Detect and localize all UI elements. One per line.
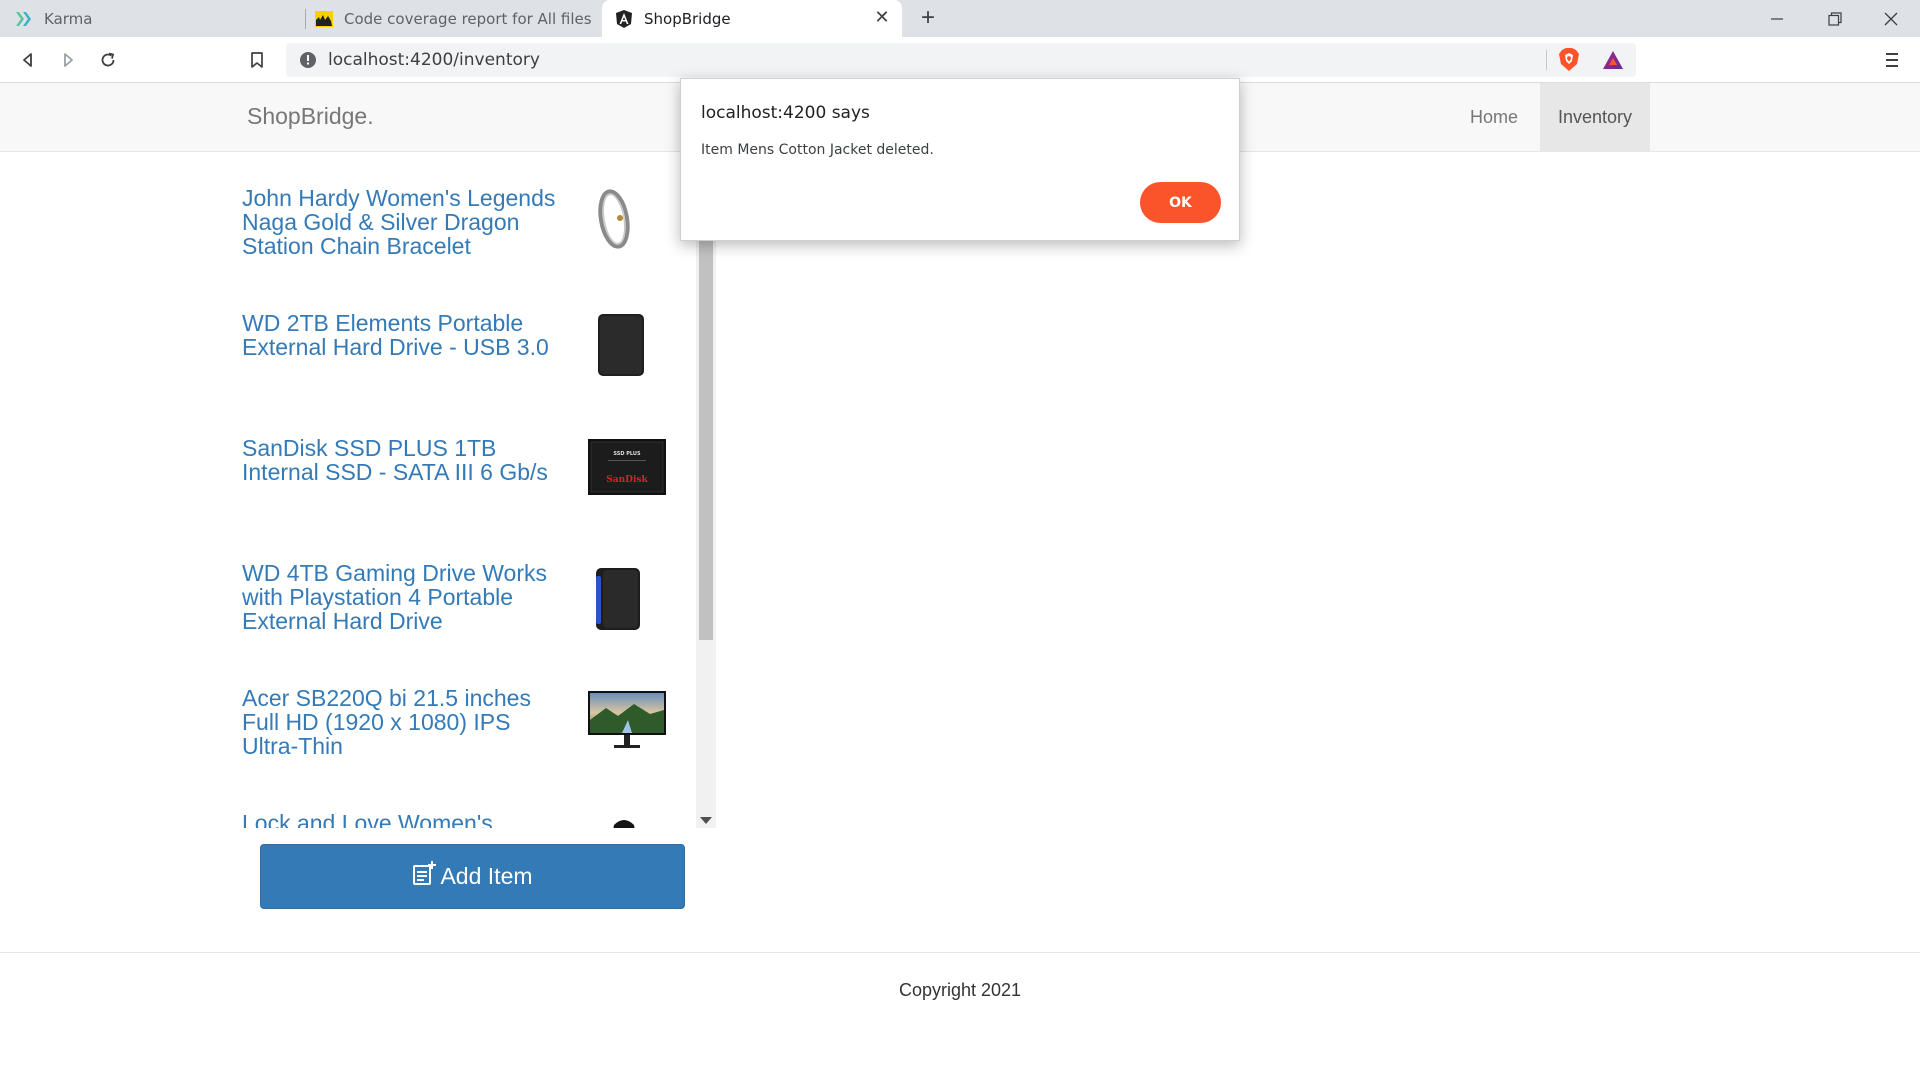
ssd-image: SSD PLUS SanDisk bbox=[588, 439, 666, 495]
alert-dialog: localhost:4200 says Item Mens Cotton Jac… bbox=[680, 78, 1240, 241]
tab-label: ShopBridge bbox=[644, 9, 731, 28]
brand-logo[interactable]: ShopBridge. bbox=[247, 103, 374, 130]
gaming-drive-image bbox=[596, 568, 640, 630]
browser-toolbar: localhost:4200/inventory bbox=[0, 37, 1920, 83]
ssd-label: SSD PLUS bbox=[613, 451, 641, 457]
list-item[interactable]: Acer SB220Q bi 21.5 inches Full HD (1920… bbox=[230, 652, 690, 777]
jacket-image bbox=[613, 820, 635, 828]
item-title-link[interactable]: Acer SB220Q bi 21.5 inches Full HD (1920… bbox=[242, 686, 572, 758]
item-title-link[interactable]: SanDisk SSD PLUS 1TB Internal SSD - SATA… bbox=[242, 436, 572, 484]
restore-icon[interactable] bbox=[1806, 0, 1864, 37]
list-item[interactable]: Lock and Love Women's bbox=[230, 777, 690, 828]
address-bar[interactable]: localhost:4200/inventory bbox=[286, 43, 1636, 77]
list-scrollbar[interactable] bbox=[696, 152, 716, 828]
list-item[interactable]: WD 2TB Elements Portable External Hard D… bbox=[230, 277, 690, 402]
list-item[interactable]: John Hardy Women's Legends Naga Gold & S… bbox=[230, 152, 690, 277]
tab-karma[interactable]: Karma bbox=[14, 0, 304, 37]
url-text[interactable]: localhost:4200/inventory bbox=[328, 50, 540, 70]
tab-label: Karma bbox=[44, 9, 93, 28]
monitor-image bbox=[588, 691, 666, 748]
reload-icon[interactable] bbox=[94, 46, 122, 74]
alert-ok-button[interactable]: OK bbox=[1140, 182, 1221, 223]
nav-link-home[interactable]: Home bbox=[1450, 83, 1538, 151]
tab-strip: Karma Code coverage report for All files… bbox=[0, 0, 1920, 37]
menu-icon[interactable] bbox=[1882, 49, 1902, 71]
bracelet-image bbox=[598, 189, 630, 249]
scroll-thumb[interactable] bbox=[699, 240, 713, 640]
divider bbox=[1546, 50, 1547, 70]
forward-icon[interactable] bbox=[54, 46, 82, 74]
new-tab-button[interactable]: + bbox=[914, 4, 942, 32]
alert-title: localhost:4200 says bbox=[701, 103, 870, 123]
angular-icon bbox=[614, 9, 634, 29]
add-document-icon bbox=[413, 860, 437, 885]
back-icon[interactable] bbox=[14, 46, 42, 74]
tab-coverage[interactable]: Code coverage report for All files bbox=[314, 0, 604, 37]
brave-shields-icon[interactable] bbox=[1558, 48, 1580, 72]
sandisk-logo: SanDisk bbox=[606, 475, 648, 485]
add-item-label: Add Item bbox=[440, 863, 533, 889]
footer-divider bbox=[0, 952, 1920, 953]
item-title-link[interactable]: Lock and Love Women's bbox=[242, 811, 572, 828]
item-title-link[interactable]: WD 4TB Gaming Drive Works with Playstati… bbox=[242, 561, 572, 633]
minimize-icon[interactable] bbox=[1748, 0, 1806, 37]
inventory-list[interactable]: John Hardy Women's Legends Naga Gold & S… bbox=[230, 152, 716, 828]
add-item-button[interactable]: Add Item bbox=[260, 844, 685, 909]
alert-message: Item Mens Cotton Jacket deleted. bbox=[701, 142, 934, 158]
footer-copyright: Copyright 2021 bbox=[898, 980, 1022, 1000]
karma-icon bbox=[14, 9, 34, 29]
hard-drive-image bbox=[598, 314, 644, 376]
site-info-icon[interactable] bbox=[298, 50, 318, 70]
tab-shopbridge[interactable]: ShopBridge ✕ bbox=[602, 0, 902, 37]
nav-link-inventory[interactable]: Inventory bbox=[1540, 83, 1650, 151]
list-item[interactable]: WD 4TB Gaming Drive Works with Playstati… bbox=[230, 527, 690, 652]
item-title-link[interactable]: WD 2TB Elements Portable External Hard D… bbox=[242, 311, 572, 359]
brave-rewards-icon[interactable] bbox=[1602, 49, 1624, 71]
item-title-link[interactable]: John Hardy Women's Legends Naga Gold & S… bbox=[242, 186, 572, 258]
close-window-icon[interactable] bbox=[1862, 0, 1920, 37]
scroll-down-arrow-icon[interactable] bbox=[700, 817, 712, 824]
bookmark-icon[interactable] bbox=[243, 46, 271, 74]
tab-separator bbox=[305, 9, 306, 29]
tab-label: Code coverage report for All files bbox=[344, 9, 592, 28]
list-item[interactable]: SanDisk SSD PLUS 1TB Internal SSD - SATA… bbox=[230, 402, 690, 527]
istanbul-icon bbox=[314, 9, 334, 29]
close-tab-icon[interactable]: ✕ bbox=[872, 8, 892, 28]
